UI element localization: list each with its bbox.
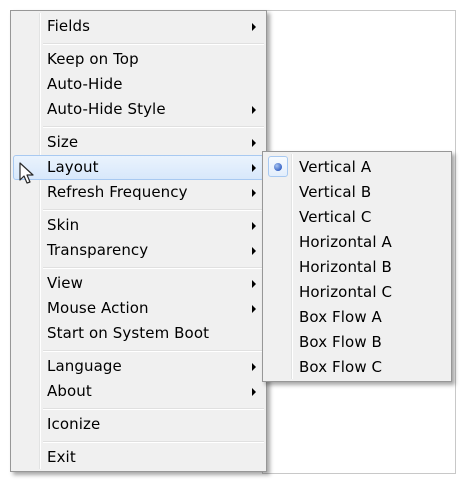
submenu-item-vertical-a[interactable]: Vertical A bbox=[265, 155, 449, 180]
menu-item-label: Auto-Hide Style bbox=[47, 100, 166, 118]
menu-separator bbox=[43, 267, 264, 269]
menu-item-label: Fields bbox=[47, 17, 91, 35]
menu-item-label: Iconize bbox=[47, 415, 101, 433]
menu-item-keep-on-top[interactable]: Keep on Top bbox=[13, 47, 264, 72]
menu-item-label: Language bbox=[47, 357, 122, 375]
menu-separator bbox=[43, 408, 264, 410]
menu-item-label: Mouse Action bbox=[47, 299, 149, 317]
menu-item-size[interactable]: Size bbox=[13, 130, 264, 155]
chevron-right-icon bbox=[252, 305, 256, 313]
chevron-right-icon bbox=[252, 247, 256, 255]
menu-item-layout[interactable]: Layout bbox=[13, 155, 264, 180]
submenu-item-horizontal-b[interactable]: Horizontal B bbox=[265, 255, 449, 280]
chevron-right-icon bbox=[252, 189, 256, 197]
submenu-item-horizontal-a[interactable]: Horizontal A bbox=[265, 230, 449, 255]
menu-item-label: Size bbox=[47, 133, 79, 151]
menu-item-label: Skin bbox=[47, 216, 80, 234]
submenu-item-label: Horizontal C bbox=[299, 283, 393, 301]
menu-item-language[interactable]: Language bbox=[13, 354, 264, 379]
menu-item-label: Auto-Hide bbox=[47, 75, 123, 93]
chevron-right-icon bbox=[252, 106, 256, 114]
submenu-item-vertical-c[interactable]: Vertical C bbox=[265, 205, 449, 230]
menu-item-refresh-frequency[interactable]: Refresh Frequency bbox=[13, 180, 264, 205]
menu-item-exit[interactable]: Exit bbox=[13, 445, 264, 470]
submenu-item-box-flow-b[interactable]: Box Flow B bbox=[265, 330, 449, 355]
chevron-right-icon bbox=[252, 280, 256, 288]
menu-item-label: Start on System Boot bbox=[47, 324, 210, 342]
chevron-right-icon bbox=[252, 23, 256, 31]
menu-item-label: Keep on Top bbox=[47, 50, 139, 68]
submenu-item-label: Box Flow C bbox=[299, 358, 383, 376]
menu-separator bbox=[43, 43, 264, 45]
chevron-right-icon bbox=[252, 164, 256, 172]
submenu-item-horizontal-c[interactable]: Horizontal C bbox=[265, 280, 449, 305]
submenu-item-vertical-b[interactable]: Vertical B bbox=[265, 180, 449, 205]
menu-item-auto-hide[interactable]: Auto-Hide bbox=[13, 72, 264, 97]
context-menu: Fields Keep on Top Auto-Hide Auto-Hide S… bbox=[10, 10, 267, 472]
menu-item-start-on-system-boot[interactable]: Start on System Boot bbox=[13, 321, 264, 346]
menu-item-auto-hide-style[interactable]: Auto-Hide Style bbox=[13, 97, 264, 122]
menu-item-transparency[interactable]: Transparency bbox=[13, 238, 264, 263]
menu-separator bbox=[43, 350, 264, 352]
submenu-item-box-flow-c[interactable]: Box Flow C bbox=[265, 355, 449, 380]
menu-item-label: Layout bbox=[47, 158, 99, 176]
layout-submenu: Vertical A Vertical B Vertical C Horizon… bbox=[262, 151, 452, 382]
menu-item-label: Transparency bbox=[47, 241, 149, 259]
chevron-right-icon bbox=[252, 222, 256, 230]
submenu-item-label: Horizontal B bbox=[299, 258, 392, 276]
radio-bullet-icon bbox=[274, 163, 282, 171]
menu-separator bbox=[43, 126, 264, 128]
menu-item-about[interactable]: About bbox=[13, 379, 264, 404]
mouse-pointer-icon bbox=[19, 162, 34, 184]
menu-item-fields[interactable]: Fields bbox=[13, 14, 264, 39]
menu-item-label: View bbox=[47, 274, 83, 292]
menu-item-mouse-action[interactable]: Mouse Action bbox=[13, 296, 264, 321]
submenu-item-box-flow-a[interactable]: Box Flow A bbox=[265, 305, 449, 330]
submenu-item-label: Box Flow B bbox=[299, 333, 382, 351]
menu-separator bbox=[43, 441, 264, 443]
menu-item-skin[interactable]: Skin bbox=[13, 213, 264, 238]
submenu-item-label: Vertical C bbox=[299, 208, 372, 226]
menu-item-label: About bbox=[47, 382, 92, 400]
menu-item-label: Refresh Frequency bbox=[47, 183, 188, 201]
menu-item-iconize[interactable]: Iconize bbox=[13, 412, 264, 437]
submenu-item-label: Vertical A bbox=[299, 158, 372, 176]
menu-item-view[interactable]: View bbox=[13, 271, 264, 296]
chevron-right-icon bbox=[252, 139, 256, 147]
chevron-right-icon bbox=[252, 363, 256, 371]
submenu-item-label: Vertical B bbox=[299, 183, 372, 201]
chevron-right-icon bbox=[252, 388, 256, 396]
menu-separator bbox=[43, 209, 264, 211]
submenu-item-label: Horizontal A bbox=[299, 233, 392, 251]
submenu-item-label: Box Flow A bbox=[299, 308, 382, 326]
menu-item-label: Exit bbox=[47, 448, 76, 466]
